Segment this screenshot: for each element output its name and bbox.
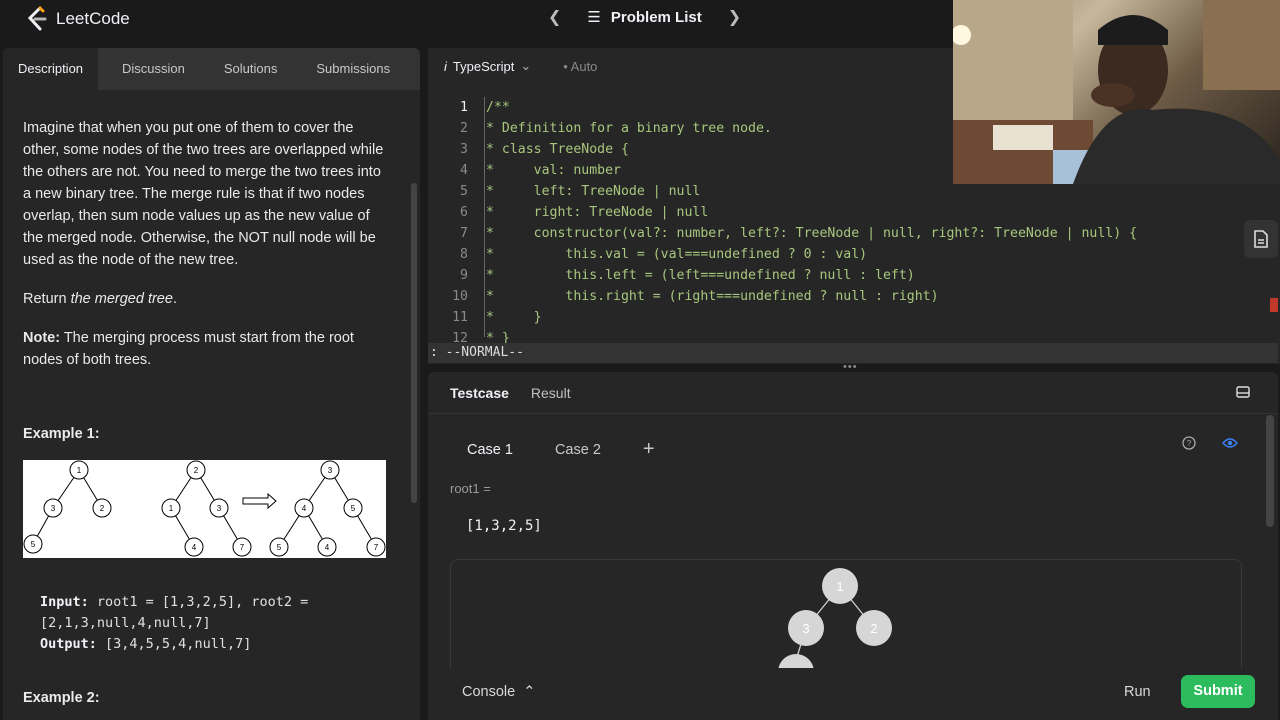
run-button[interactable]: Run <box>1124 684 1151 700</box>
tab-discussion[interactable]: Discussion <box>107 48 200 90</box>
note-paragraph: Note: The merging process must start fro… <box>23 330 354 368</box>
svg-text:3: 3 <box>217 504 222 513</box>
cut-off-line <box>23 85 388 93</box>
example1-image: 1 3 2 5 2 1 3 4 7 3 4 5 5 4 7 <box>23 460 386 558</box>
code-line: 10 * this.right = (right===undefined ? nu… <box>452 289 939 304</box>
problem-description: Imagine that when you put one of them to… <box>23 85 388 709</box>
chevron-down-icon: ⌄ <box>520 58 532 73</box>
notes-button[interactable] <box>1244 220 1278 258</box>
webcam-overlay <box>953 0 1280 184</box>
tree-node-2: 2 <box>870 621 877 636</box>
code-line: 6 * right: TreeNode | null <box>460 205 709 220</box>
language-label: TypeScript <box>452 58 515 74</box>
code-line: 9 * this.left = (left===undefined ? null … <box>460 268 915 283</box>
language-select[interactable]: i TypeScript ⌄ <box>444 58 531 74</box>
submit-button[interactable]: Submit <box>1181 675 1255 708</box>
example1-output: Output: [3,4,5,5,4,null,7] <box>40 636 252 652</box>
svg-text:7: 7 <box>374 543 379 552</box>
add-case-button[interactable]: + <box>643 438 655 461</box>
svg-text:5: 5 <box>351 504 356 513</box>
code-line: 8 * this.val = (val===undefined ? 0 : val… <box>460 247 868 262</box>
prev-problem-icon[interactable]: ❮ <box>540 7 569 27</box>
root1-input[interactable]: [1,3,2,5] <box>466 518 542 534</box>
tab-testcase[interactable]: Testcase <box>450 385 509 401</box>
testcase-icons: ? <box>1182 436 1238 450</box>
svg-text:3: 3 <box>51 504 56 513</box>
example1-io: Input: root1 = [1,3,2,5], root2 = [2,1,3… <box>23 592 388 655</box>
example1-input: Input: root1 = [1,3,2,5], root2 = [2,1,3… <box>40 594 309 631</box>
app-name: LeetCode <box>56 9 130 28</box>
svg-text:3: 3 <box>328 466 333 475</box>
case-tabs: Case 1 Case 2 + <box>467 438 655 461</box>
auto-mode[interactable]: • Auto <box>563 59 597 74</box>
svg-text:4: 4 <box>192 543 197 552</box>
example2-title: Example 2: <box>23 690 100 706</box>
description-tabs: Description Discussion Solutions Submiss… <box>3 48 420 90</box>
list-icon: ☰ <box>587 9 601 26</box>
svg-text:1: 1 <box>169 504 174 513</box>
console-button[interactable]: Console ⌃ <box>462 684 535 700</box>
tab-solutions[interactable]: Solutions <box>209 48 292 90</box>
tab-description[interactable]: Description <box>3 48 99 90</box>
tree-node-1: 1 <box>836 579 843 594</box>
svg-text:1: 1 <box>77 466 82 475</box>
webcam-person-image <box>953 0 1280 184</box>
tree-visualizer: 1 3 2 <box>450 559 1242 679</box>
help-icon[interactable]: ? <box>1182 436 1196 450</box>
svg-text:4: 4 <box>325 543 330 552</box>
testcase-tabs: Testcase Result <box>428 372 1278 414</box>
action-bar: Console ⌃ Run Submit <box>428 668 1278 720</box>
example1-title: Example 1: <box>23 426 100 442</box>
case-1-tab[interactable]: Case 1 <box>467 442 513 458</box>
code-line: 7 * constructor(val?: number, left?: Tree… <box>460 226 1138 241</box>
description-scrollbar[interactable] <box>411 183 417 503</box>
code-line: 5 * left: TreeNode | null <box>460 184 701 199</box>
next-problem-icon[interactable]: ❯ <box>720 7 749 27</box>
svg-text:4: 4 <box>302 504 307 513</box>
vim-status-line: : --NORMAL-- <box>428 343 1278 363</box>
logo[interactable]: LeetCode <box>26 6 130 32</box>
code-line: 11 * } <box>452 310 542 325</box>
description-paragraph: Imagine that when you put one of them to… <box>23 120 384 268</box>
tab-submissions[interactable]: Submissions <box>301 48 405 90</box>
console-label: Console <box>462 684 516 700</box>
merge-trees-diagram: 1 3 2 5 2 1 3 4 7 3 4 5 5 4 7 <box>23 460 386 557</box>
problem-list-button[interactable]: ☰ Problem List <box>587 8 702 27</box>
problem-list-nav: ❮ ☰ Problem List ❯ <box>540 7 749 27</box>
eye-icon[interactable] <box>1222 437 1238 449</box>
return-paragraph: Return the merged tree. <box>23 291 177 307</box>
case-2-tab[interactable]: Case 2 <box>555 442 601 458</box>
description-panel: Description Discussion Solutions Submiss… <box>3 48 420 720</box>
svg-text:2: 2 <box>194 466 199 475</box>
svg-text:2: 2 <box>100 504 105 513</box>
scroll-marker <box>1270 298 1278 312</box>
layout-icon[interactable] <box>1236 386 1250 398</box>
tree-node-3: 3 <box>802 621 809 636</box>
root1-label: root1 = <box>450 481 491 496</box>
file-icon <box>1254 230 1268 248</box>
testcase-panel: Testcase Result Case 1 Case 2 + ? root1 … <box>428 372 1278 720</box>
chevron-up-icon: ⌃ <box>523 684 536 700</box>
svg-text:5: 5 <box>277 543 282 552</box>
svg-text:5: 5 <box>31 540 36 549</box>
tab-result[interactable]: Result <box>531 385 571 401</box>
cursor-column <box>484 97 485 337</box>
leetcode-logo-icon <box>27 6 47 31</box>
svg-text:7: 7 <box>240 543 245 552</box>
info-icon: i <box>444 58 447 74</box>
tree-visualization: 1 3 2 <box>778 568 892 679</box>
svg-text:?: ? <box>1187 439 1192 448</box>
testcase-scrollbar[interactable] <box>1266 415 1274 527</box>
problem-list-label: Problem List <box>610 8 702 26</box>
